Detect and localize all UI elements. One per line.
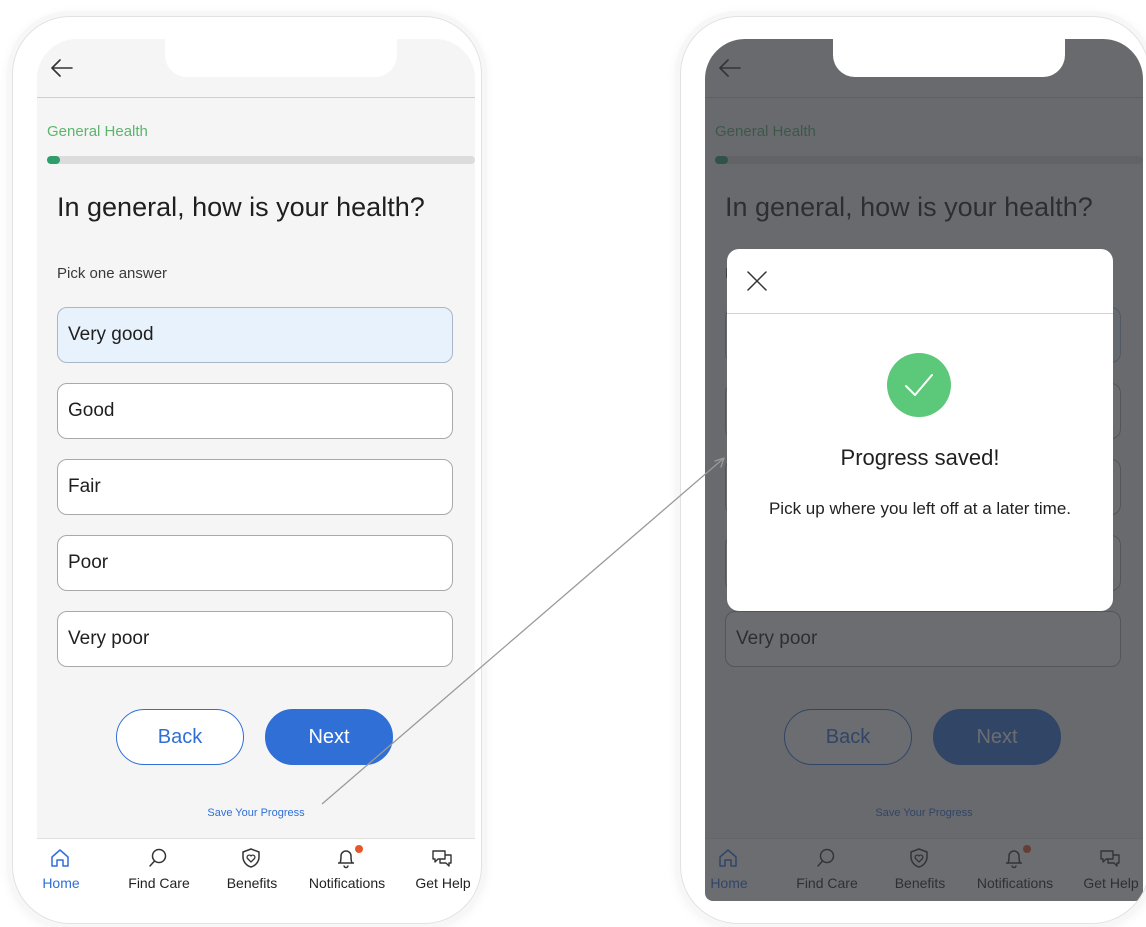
- bottom-tab-bar: Home Find Care Benefits: [37, 838, 475, 901]
- phone-notch: [165, 39, 397, 77]
- progress-saved-dialog: Progress saved! Pick up where you left o…: [727, 249, 1113, 611]
- shield-heart-icon: [242, 848, 260, 868]
- back-button[interactable]: Back: [116, 709, 244, 765]
- dialog-title: Progress saved!: [840, 445, 1000, 470]
- tab-home[interactable]: Home: [37, 839, 111, 901]
- next-button[interactable]: Next: [265, 709, 393, 765]
- answer-option-very-poor[interactable]: Very poor: [57, 611, 453, 667]
- tab-find-care[interactable]: Find Care: [109, 839, 209, 901]
- progress-bar: [47, 156, 475, 164]
- phone-notch: [833, 39, 1065, 77]
- question-text: In general, how is your health?: [57, 192, 425, 222]
- answer-options: Very good Good Fair Poor Very poor: [57, 307, 453, 687]
- notification-badge: [355, 845, 363, 853]
- close-icon[interactable]: [747, 271, 767, 291]
- app-screen-right: Health Assessment General Health In gene…: [705, 39, 1143, 901]
- answer-option-poor[interactable]: Poor: [57, 535, 453, 591]
- app-screen-left: Health Assessment General Health In gene…: [37, 39, 475, 901]
- tab-label-benefits: Benefits: [226, 875, 278, 891]
- bell-icon: [338, 850, 354, 869]
- tab-label-notifications: Notifications: [308, 875, 386, 891]
- answer-option-very-good[interactable]: Very good: [57, 307, 453, 363]
- dialog-message: Pick up where you left off at a later ti…: [768, 499, 1072, 518]
- chat-bubbles-icon: [432, 850, 452, 867]
- answer-option-good[interactable]: Good: [57, 383, 453, 439]
- tab-label-find-care: Find Care: [128, 875, 190, 891]
- phone-frame-left: Health Assessment General Health In gene…: [12, 16, 482, 924]
- phone-frame-right: Health Assessment General Health In gene…: [680, 16, 1146, 924]
- dialog-header: [727, 249, 1113, 314]
- search-icon: [149, 848, 167, 867]
- answer-option-fair[interactable]: Fair: [57, 459, 453, 515]
- progress-bar-fill: [47, 156, 60, 164]
- save-progress-link[interactable]: Save Your Progress: [37, 807, 475, 819]
- check-circle-icon: [887, 353, 951, 417]
- answer-hint: Pick one answer: [57, 265, 168, 282]
- tab-get-help[interactable]: Get Help: [393, 839, 475, 901]
- tab-label-get-help: Get Help: [415, 875, 471, 891]
- tab-notifications[interactable]: Notifications: [297, 839, 397, 901]
- home-icon: [51, 849, 69, 867]
- tab-label-home: Home: [42, 875, 80, 891]
- section-label: General Health: [47, 123, 148, 140]
- tab-benefits[interactable]: Benefits: [202, 839, 302, 901]
